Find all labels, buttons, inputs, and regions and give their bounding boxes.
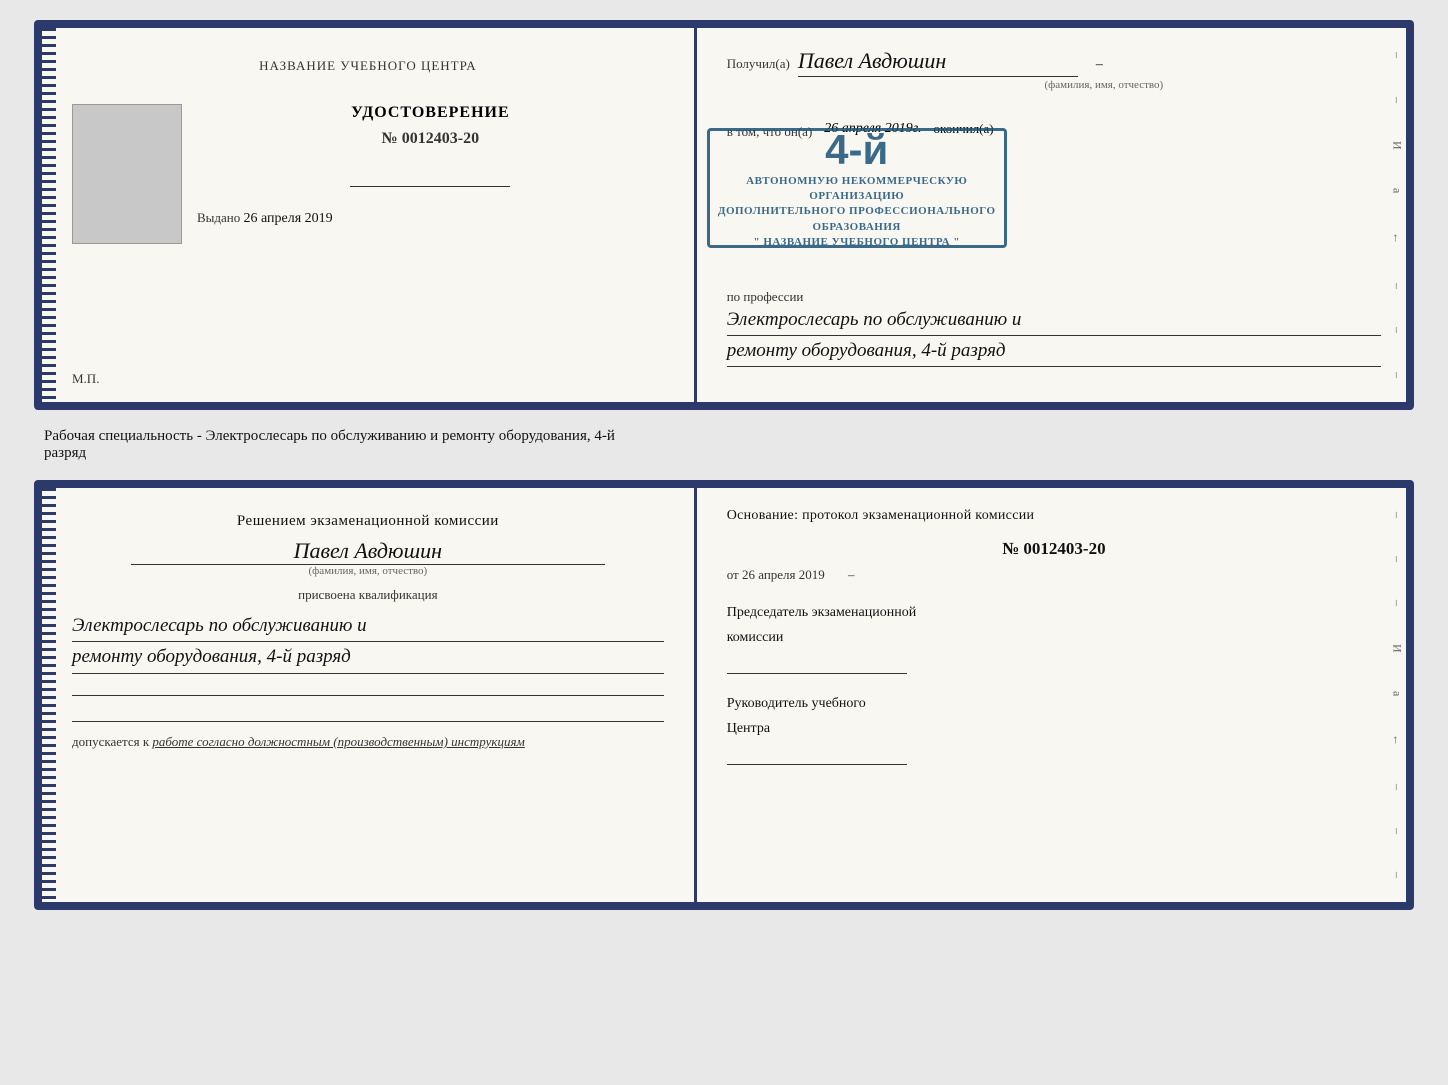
photo-placeholder	[72, 104, 182, 244]
stamp-line2: ДОПОЛНИТЕЛЬНОГО ПРОФЕССИОНАЛЬНОГО ОБРАЗО…	[718, 204, 996, 235]
profession-line2: ремонту оборудования, 4-й разряд	[727, 336, 1381, 367]
prisvoena-label: присвоена квалификация	[72, 587, 664, 603]
person-name-bottom: Павел Авдюшин	[131, 538, 604, 565]
side-strip-bottom: – – – И а ← – – –	[1388, 488, 1406, 902]
fio-subtitle-bottom: (фамилия, имя, отчество)	[72, 565, 664, 577]
dopusk-label: допускается к	[72, 734, 149, 749]
bottom-document: Решением экзаменационной комиссии Павел …	[34, 480, 1414, 910]
osnovanie-text: Основание: протокол экзаменационной коми…	[727, 508, 1381, 524]
bottom-right: Основание: протокол экзаменационной коми…	[697, 488, 1406, 902]
stamp-line3: " НАЗВАНИЕ УЧЕБНОГО ЦЕНТРА "	[753, 235, 959, 250]
rukovoditel-signature-line	[727, 743, 907, 765]
rukovoditel-line1: Руководитель учебного	[727, 694, 1381, 714]
issued-label: Выдано	[197, 210, 240, 225]
rukovoditel-line2: Центра	[727, 719, 1381, 739]
ot-date-line: от 26 апреля 2019 –	[727, 567, 1381, 583]
qual-line2: ремонту оборудования, 4-й разряд	[72, 642, 664, 673]
predsedatel-line2: комиссии	[727, 628, 1381, 648]
doc-right: Получил(а) Павел Авдюшин – (фамилия, имя…	[697, 28, 1406, 402]
stamp-number: 4-й	[825, 126, 888, 174]
cert-label: УДОСТОВЕРЕНИЕ	[351, 104, 510, 122]
fio-subtitle-top: (фамилия, имя, отчество)	[827, 79, 1381, 91]
dopusk-handwritten: работе согласно должностным (производств…	[152, 734, 524, 749]
dopusk-line: допускается к работе согласно должностны…	[72, 734, 664, 750]
side-strip-top: – – И а ← – – –	[1388, 28, 1406, 402]
top-document: НАЗВАНИЕ УЧЕБНОГО ЦЕНТРА УДОСТОВЕРЕНИЕ №…	[34, 20, 1414, 410]
ot-date: 26 апреля 2019	[742, 567, 825, 582]
predsedatel-signature-line	[727, 652, 907, 674]
middle-text-line1: Рабочая специальность - Электрослесарь п…	[44, 428, 1404, 445]
ot-label: от	[727, 567, 739, 582]
cert-info: УДОСТОВЕРЕНИЕ № 0012403-20 Выдано 26 апр…	[197, 104, 664, 227]
received-label: Получил(а)	[727, 56, 790, 72]
middle-text-block: Рабочая специальность - Электрослесарь п…	[34, 428, 1414, 462]
stamp-line1: АВТОНОМНУЮ НЕКОММЕРЧЕСКУЮ ОРГАНИЗАЦИЮ	[718, 174, 996, 205]
qual-line1: Электрослесарь по обслуживанию и	[72, 611, 664, 642]
profession-line1: Электрослесарь по обслуживанию и	[727, 306, 1381, 336]
empty-line-1	[72, 674, 664, 696]
top-left-title: НАЗВАНИЕ УЧЕБНОГО ЦЕНТРА	[259, 58, 476, 74]
stamp-overlay: 4-й АВТОНОМНУЮ НЕКОММЕРЧЕСКУЮ ОРГАНИЗАЦИ…	[707, 128, 1007, 248]
person-name-top: Павел Авдюшин	[798, 48, 1078, 77]
cert-content: УДОСТОВЕРЕНИЕ № 0012403-20 Выдано 26 апр…	[72, 104, 664, 244]
cert-number: № 0012403-20	[382, 130, 479, 148]
empty-line-2	[72, 700, 664, 722]
mp-label: М.П.	[72, 371, 99, 387]
doc-left: НАЗВАНИЕ УЧЕБНОГО ЦЕНТРА УДОСТОВЕРЕНИЕ №…	[42, 28, 697, 402]
protocol-number: № 0012403-20	[727, 539, 1381, 559]
bottom-left: Решением экзаменационной комиссии Павел …	[42, 488, 697, 902]
profession-label: по профессии	[727, 289, 804, 304]
middle-text-line2: разряд	[44, 445, 1404, 462]
issued-date: 26 апреля 2019	[244, 211, 333, 226]
issued-line: Выдано 26 апреля 2019	[197, 210, 333, 227]
predsedatel-line1: Председатель экзаменационной	[727, 603, 1381, 623]
komissia-title: Решением экзаменационной комиссии	[72, 513, 664, 530]
